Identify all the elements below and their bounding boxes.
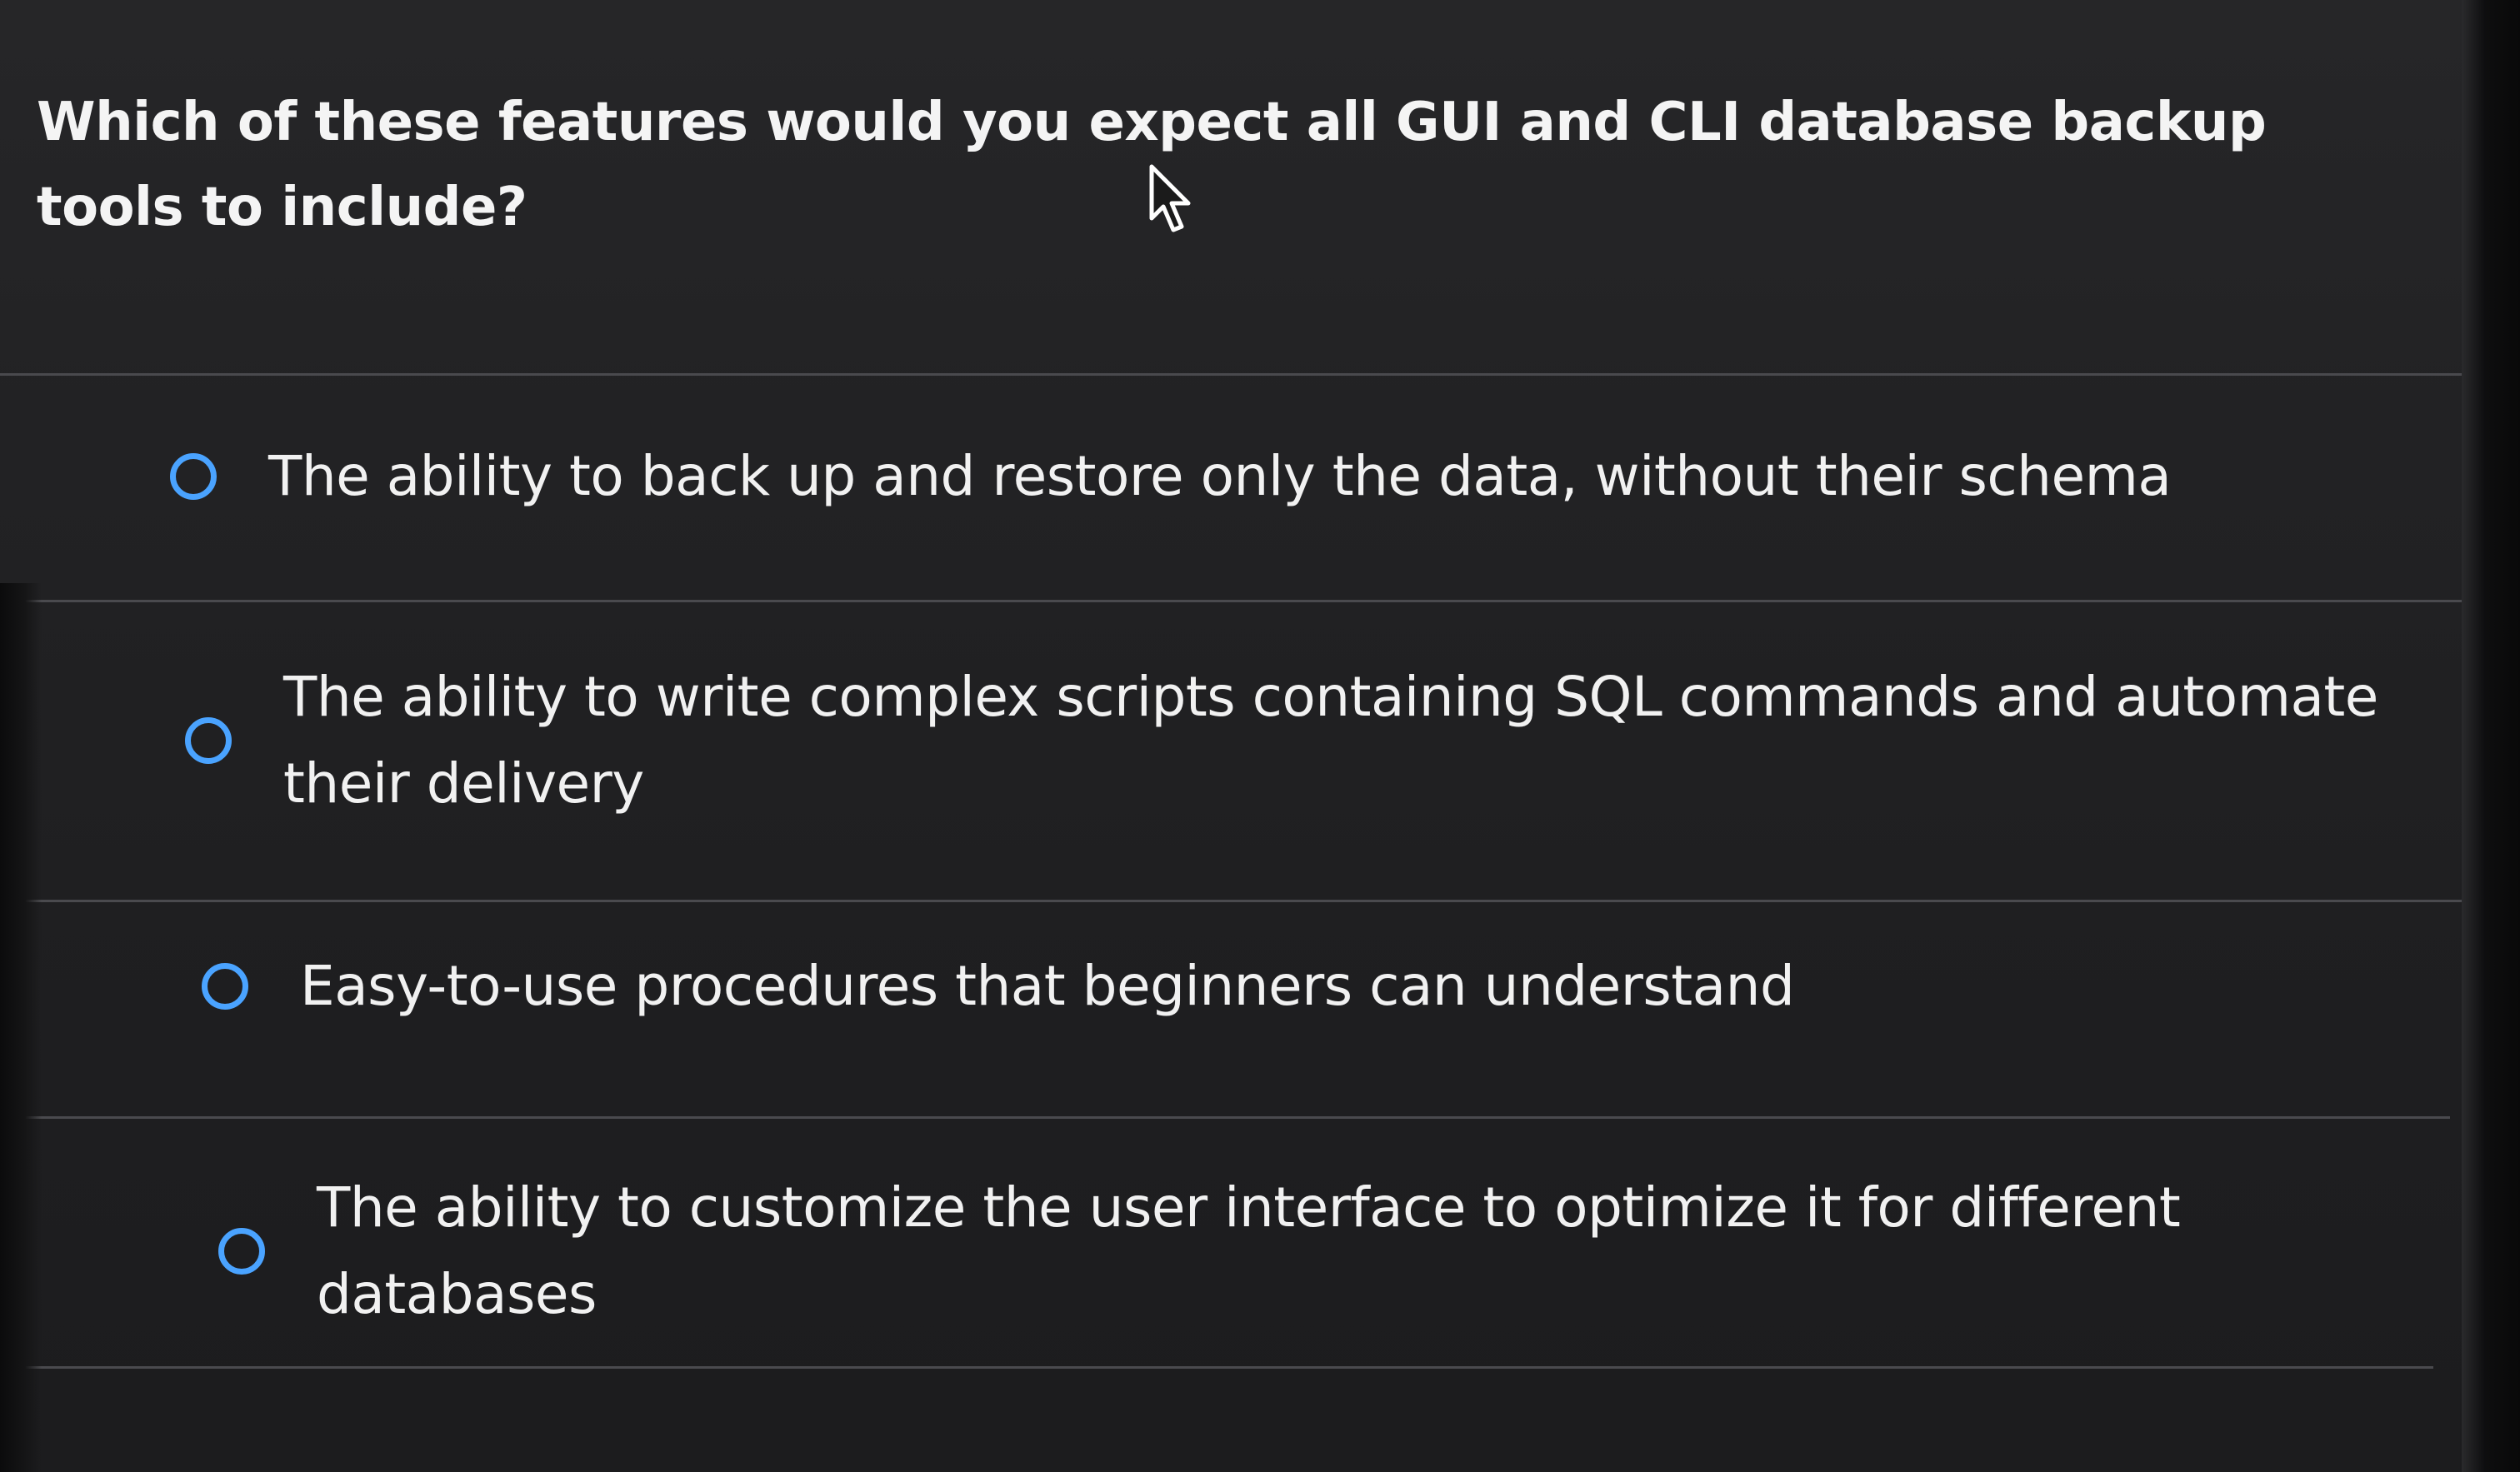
divider xyxy=(0,1366,2433,1369)
mouse-pointer-icon xyxy=(1149,164,1191,232)
divider xyxy=(0,600,2492,602)
answer-option-label: The ability to back up and restore only … xyxy=(268,444,2172,508)
radio-unselected-icon[interactable] xyxy=(202,963,248,1010)
radio-unselected-icon[interactable] xyxy=(170,453,217,500)
answer-option-1[interactable]: The ability to back up and restore only … xyxy=(170,433,2518,520)
divider xyxy=(0,373,2500,376)
answer-option-label: Easy-to-use procedures that beginners ca… xyxy=(300,954,1795,1018)
answer-option-2[interactable]: The ability to write complex scripts con… xyxy=(185,654,2467,827)
radio-unselected-icon[interactable] xyxy=(218,1228,265,1275)
radio-unselected-icon[interactable] xyxy=(185,717,232,764)
answer-option-4[interactable]: The ability to customize the user interf… xyxy=(218,1165,2233,1338)
quiz-screen: Which of these features would you expect… xyxy=(0,0,2520,1472)
monitor-bezel xyxy=(2462,0,2520,1472)
answer-option-3[interactable]: Easy-to-use procedures that beginners ca… xyxy=(202,943,2383,1030)
answer-option-label: The ability to write complex scripts con… xyxy=(283,665,2378,816)
answer-option-label: The ability to customize the user interf… xyxy=(317,1175,2181,1326)
divider xyxy=(0,900,2467,902)
monitor-left-edge xyxy=(0,583,42,1472)
divider xyxy=(0,1116,2450,1119)
